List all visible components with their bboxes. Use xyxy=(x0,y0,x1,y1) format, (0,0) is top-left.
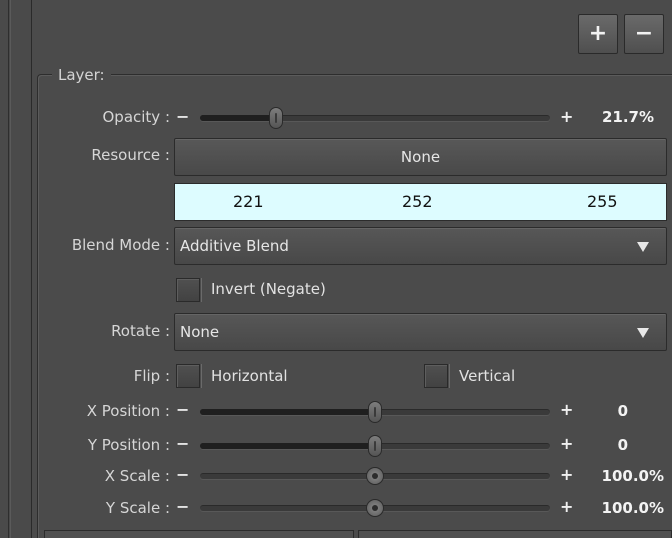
color-green-value[interactable]: 252 xyxy=(402,192,433,211)
increase-icon[interactable]: + xyxy=(560,497,573,516)
chevron-down-icon xyxy=(637,328,649,338)
color-blue-value[interactable]: 255 xyxy=(587,192,618,211)
decrease-icon[interactable]: − xyxy=(176,434,189,453)
blend-mode-label: Blend Mode : xyxy=(71,236,170,254)
flip-horizontal-label[interactable]: Horizontal xyxy=(211,367,288,385)
checkbox-divider xyxy=(201,364,202,388)
flip-vertical-label[interactable]: Vertical xyxy=(459,367,515,385)
invert-label[interactable]: Invert (Negate) xyxy=(211,280,326,298)
resource-button[interactable]: None xyxy=(174,138,667,176)
resource-value: None xyxy=(400,148,441,166)
opacity-label: Opacity : xyxy=(102,108,170,126)
slider-handle[interactable] xyxy=(268,107,283,129)
x-scale-value: 100.0% xyxy=(601,467,664,485)
minus-icon: − xyxy=(634,21,654,46)
blend-mode-dropdown[interactable]: Additive Blend xyxy=(174,227,667,265)
x-scale-slider[interactable]: − + xyxy=(176,458,596,492)
flip-vertical-checkbox[interactable] xyxy=(424,364,448,388)
slider-handle[interactable] xyxy=(368,401,382,423)
bottom-partial-control xyxy=(358,530,672,538)
remove-button[interactable]: − xyxy=(624,14,664,54)
slider-fill xyxy=(200,115,276,121)
slider-handle[interactable] xyxy=(366,499,384,517)
left-frame-strip xyxy=(0,0,32,538)
chevron-down-icon xyxy=(637,242,649,252)
opacity-slider[interactable]: − + xyxy=(176,96,596,138)
increase-icon[interactable]: + xyxy=(560,434,573,453)
invert-checkbox[interactable] xyxy=(176,278,200,302)
y-position-slider[interactable]: − + xyxy=(176,426,596,462)
plus-icon: + xyxy=(588,21,608,46)
y-position-label: Y Position : xyxy=(87,436,170,454)
rotate-label: Rotate : xyxy=(111,322,170,340)
x-position-label: X Position : xyxy=(86,402,170,420)
y-scale-label: Y Scale : xyxy=(105,499,170,517)
color-field[interactable]: 221 252 255 xyxy=(174,183,667,221)
rotate-value: None xyxy=(180,323,220,341)
x-position-value: 0 xyxy=(617,402,628,420)
slider-handle[interactable] xyxy=(368,435,382,457)
increase-icon[interactable]: + xyxy=(560,107,573,126)
bottom-partial-control xyxy=(44,530,354,538)
layer-group-title: Layer: xyxy=(52,64,111,86)
color-red-value[interactable]: 221 xyxy=(233,192,264,211)
y-position-value: 0 xyxy=(617,436,628,454)
add-button[interactable]: + xyxy=(578,14,618,54)
x-position-slider[interactable]: − + xyxy=(176,392,596,428)
y-scale-value: 100.0% xyxy=(601,499,664,517)
flip-label: Flip : xyxy=(133,367,170,385)
rotate-dropdown[interactable]: None xyxy=(174,313,667,351)
slider-handle[interactable] xyxy=(366,467,384,485)
flip-horizontal-checkbox[interactable] xyxy=(176,364,200,388)
checkbox-divider xyxy=(201,278,202,302)
increase-icon[interactable]: + xyxy=(560,400,573,419)
decrease-icon[interactable]: − xyxy=(176,497,189,516)
blend-mode-value: Additive Blend xyxy=(180,237,289,255)
x-scale-label: X Scale : xyxy=(104,467,170,485)
checkbox-divider xyxy=(449,364,450,388)
decrease-icon[interactable]: − xyxy=(176,465,189,484)
y-scale-slider[interactable]: − + xyxy=(176,490,596,524)
decrease-icon[interactable]: − xyxy=(176,400,189,419)
resource-label: Resource : xyxy=(91,146,170,164)
opacity-value: 21.7% xyxy=(601,108,654,126)
increase-icon[interactable]: + xyxy=(560,465,573,484)
decrease-icon[interactable]: − xyxy=(176,107,189,126)
slider-fill xyxy=(200,409,375,415)
slider-fill xyxy=(200,443,375,449)
